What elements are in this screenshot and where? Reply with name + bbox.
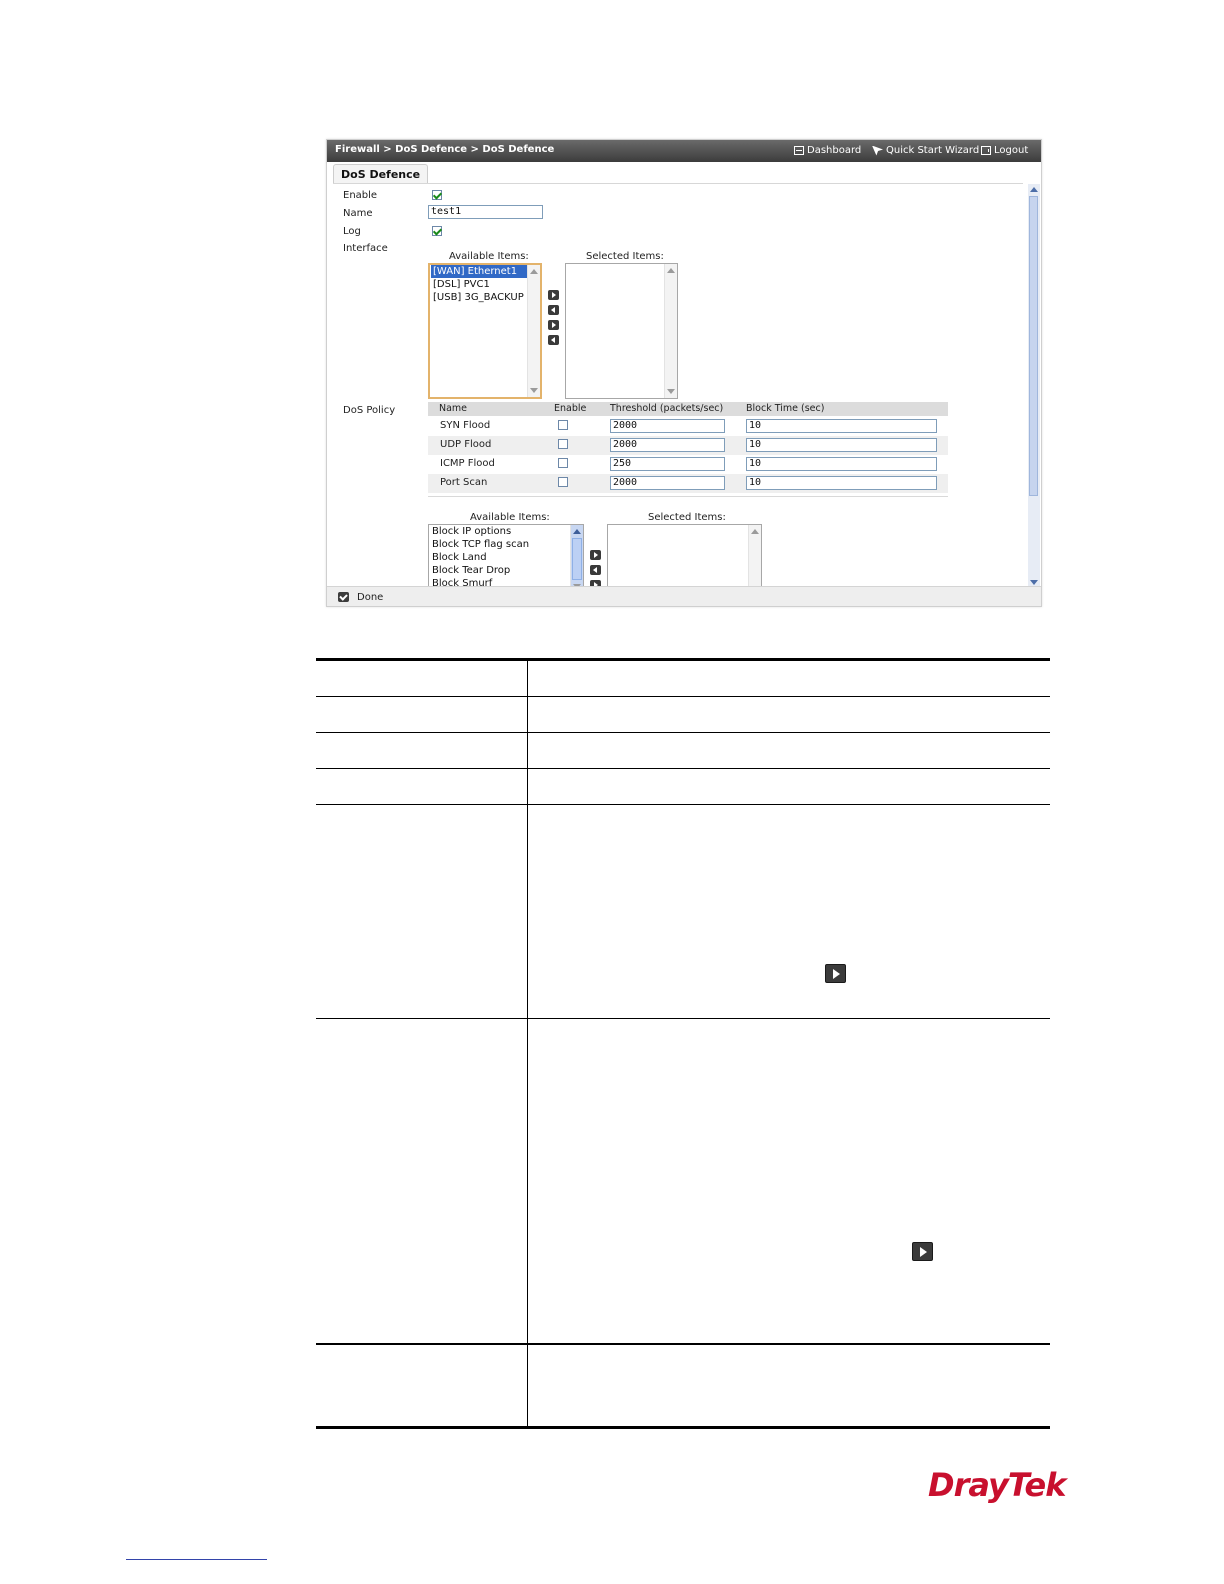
- dos-defence-window: Firewall > DoS Defence > DoS Defence Das…: [326, 139, 1042, 607]
- add-button[interactable]: [548, 290, 559, 300]
- list-item[interactable]: Block IP options: [430, 525, 513, 538]
- policy-name: ICMP Flood: [440, 458, 495, 469]
- column-header: Threshold (packets/sec): [610, 403, 724, 414]
- interface-label: Interface: [343, 243, 388, 254]
- policy-name: Port Scan: [440, 477, 488, 488]
- block-time-input[interactable]: 10: [746, 476, 937, 490]
- log-checkbox[interactable]: [432, 226, 442, 236]
- tab-divider: [333, 183, 1023, 184]
- interface-selected-list[interactable]: [565, 263, 678, 399]
- add-button[interactable]: [590, 550, 601, 560]
- scrollbar[interactable]: [527, 265, 540, 397]
- table-rule: [316, 696, 1050, 697]
- name-label: Name: [343, 208, 373, 219]
- table-row: ICMP Flood 250 10: [428, 455, 948, 474]
- list-item[interactable]: [USB] 3G_BACKUP: [431, 291, 526, 304]
- table-rule: [316, 804, 1050, 805]
- quick-start-wizard-link[interactable]: Quick Start Wizard: [872, 145, 979, 156]
- table-rule: [316, 768, 1050, 769]
- block-selected-label: Selected Items:: [648, 512, 726, 523]
- policy-table-header: Name Enable Threshold (packets/sec) Bloc…: [428, 402, 948, 416]
- title-bar: Firewall > DoS Defence > DoS Defence Das…: [327, 140, 1041, 162]
- remove-all-button[interactable]: [548, 335, 559, 345]
- page-scrollbar[interactable]: [1028, 184, 1040, 588]
- threshold-input[interactable]: 2000: [610, 438, 725, 452]
- interface-available-label: Available Items:: [449, 251, 529, 262]
- table-row: Port Scan 2000 10: [428, 474, 948, 493]
- block-time-input[interactable]: 10: [746, 419, 937, 433]
- wizard-icon: [872, 145, 883, 156]
- table-column-divider: [527, 661, 528, 1427]
- check-icon: [338, 592, 349, 602]
- threshold-input[interactable]: 250: [610, 457, 725, 471]
- column-header: Block Time (sec): [746, 403, 825, 414]
- policy-name: SYN Flood: [440, 420, 491, 431]
- move-right-icon: [825, 964, 846, 983]
- policy-enable-checkbox[interactable]: [558, 439, 568, 449]
- policy-enable-checkbox[interactable]: [558, 420, 568, 430]
- add-all-button[interactable]: [548, 320, 559, 330]
- table-row: SYN Flood 2000 10: [428, 417, 948, 436]
- column-header: Enable: [554, 403, 587, 414]
- threshold-input[interactable]: 2000: [610, 476, 725, 490]
- interface-available-list[interactable]: [WAN] Ethernet1 [DSL] PVC1 [USB] 3G_BACK…: [428, 263, 542, 399]
- scrollbar[interactable]: [664, 264, 677, 398]
- column-header: Name: [439, 403, 468, 414]
- interface-selected-label: Selected Items:: [586, 251, 664, 262]
- table-rule: [316, 1343, 1050, 1345]
- tab-dos-defence[interactable]: DoS Defence: [333, 164, 429, 184]
- name-input[interactable]: test1: [428, 205, 543, 219]
- footer-bar: Done: [327, 586, 1041, 606]
- policy-enable-checkbox[interactable]: [558, 477, 568, 487]
- table-bottom-rule: [316, 1426, 1050, 1429]
- scrollbar[interactable]: [570, 525, 583, 593]
- list-item[interactable]: [DSL] PVC1: [431, 278, 492, 291]
- list-item[interactable]: Block TCP flag scan: [430, 538, 531, 551]
- log-label: Log: [343, 226, 361, 237]
- list-item[interactable]: [WAN] Ethernet1: [431, 265, 527, 278]
- footer-rule: [126, 1559, 267, 1560]
- policy-enable-checkbox[interactable]: [558, 458, 568, 468]
- enable-label: Enable: [343, 190, 378, 201]
- dashboard-link[interactable]: Dashboard: [794, 145, 861, 156]
- list-item[interactable]: Block Tear Drop: [430, 564, 512, 577]
- table-row: UDP Flood 2000 10: [428, 436, 948, 455]
- remove-button[interactable]: [590, 565, 601, 575]
- dashboard-icon: [794, 146, 804, 155]
- move-right-icon: [912, 1242, 933, 1261]
- table-top-rule: [316, 658, 1050, 661]
- block-time-input[interactable]: 10: [746, 457, 937, 471]
- divider: [428, 496, 948, 497]
- block-available-label: Available Items:: [470, 512, 550, 523]
- threshold-input[interactable]: 2000: [610, 419, 725, 433]
- block-selected-list[interactable]: [607, 524, 762, 594]
- breadcrumb: Firewall > DoS Defence > DoS Defence: [335, 144, 555, 155]
- policy-name: UDP Flood: [440, 439, 492, 450]
- remove-button[interactable]: [548, 305, 559, 315]
- enable-checkbox[interactable]: [432, 190, 442, 200]
- block-time-input[interactable]: 10: [746, 438, 937, 452]
- draytek-logo: DrayTek: [928, 1466, 1066, 1504]
- logout-link[interactable]: Logout: [981, 145, 1028, 156]
- dos-policy-label: DoS Policy: [343, 405, 396, 416]
- block-available-list[interactable]: Block IP options Block TCP flag scan Blo…: [428, 524, 584, 594]
- logout-icon: [981, 146, 991, 155]
- list-item[interactable]: Block Land: [430, 551, 489, 564]
- table-rule: [316, 732, 1050, 733]
- done-button[interactable]: Done: [357, 592, 383, 603]
- table-rule: [316, 1018, 1050, 1019]
- scrollbar[interactable]: [748, 525, 761, 593]
